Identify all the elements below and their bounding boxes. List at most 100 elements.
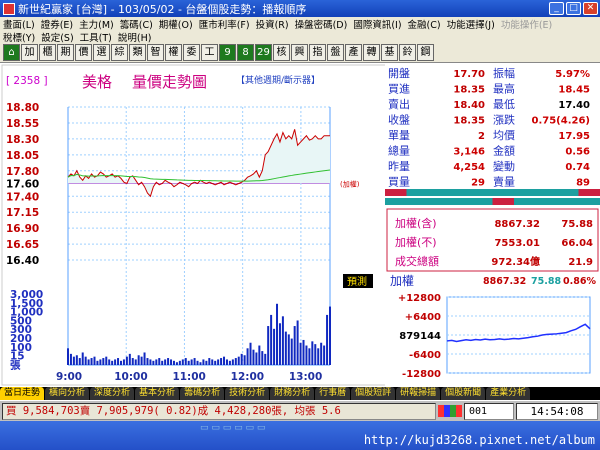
menu-item[interactable]: 設定(S) [38,30,76,44]
menu-item[interactable]: 主力(M) [76,17,117,31]
time-tick: 12:00 [231,371,264,383]
toolbar-button[interactable]: 綜 [111,44,128,61]
menu-item[interactable]: 畫面(L) [0,17,38,31]
menu-item[interactable]: 工具(T) [77,30,115,44]
toolbar-button[interactable]: 鈴 [399,44,416,61]
menu-item[interactable]: 功能選擇(J) [444,17,498,31]
time-tick: 11:00 [172,371,205,383]
price-tick: 16.40 [6,255,39,267]
tab-6[interactable]: 財務分析 [270,387,316,400]
tab-10[interactable]: 個股新聞 [441,387,487,400]
toolbar-button[interactable]: 產 [345,44,362,61]
menu-item[interactable]: 說明(H) [115,30,155,44]
maximize-button[interactable]: □ [566,2,581,15]
menu-row-2: 稅標(Y) 設定(S) 工具(T) 說明(H) [0,30,600,44]
toolbar-button[interactable]: 加 [21,44,38,61]
menu-item[interactable]: 匯市利率(F) [196,17,253,31]
toolbar-button[interactable]: 鋼 [417,44,434,61]
tab-3[interactable]: 基本分析 [135,387,181,400]
toolbar-button[interactable]: 價 [75,44,92,61]
tab-4[interactable]: 籌碼分析 [180,387,226,400]
volume-bar [149,359,152,365]
toolbar-button[interactable]: 指 [309,44,326,61]
other-cycle-link[interactable]: 【其他週期/斷示器】 [236,74,320,86]
volume-bar [84,356,87,365]
menu-item[interactable]: 投資(R) [253,17,292,31]
menu-item[interactable]: 金融(C) [405,17,444,31]
volume-bar [184,358,187,365]
toolbar-button[interactable]: 29 [255,44,272,61]
toolbar-button[interactable]: 轉 [363,44,380,61]
price-volume-chart: [ 2358 ] 美格 量價走勢圖 【其他週期/斷示器】 18.80 18.55 18.30… [1,64,389,386]
toolbar-button[interactable]: 核 [273,44,290,61]
volume-bar [170,359,173,365]
chart-title: 量價走勢圖 [132,73,207,91]
toolbar: ⌂ 加櫃期價選綜類智權委工 9 8 29 核興指盤產轉基鈴鋼 [0,43,600,63]
home-icon[interactable]: ⌂ [3,44,20,61]
volume-bar [305,345,308,365]
quote-label: 均價 [493,128,515,142]
quote-value: 89 [576,178,590,189]
volume-bar [78,358,81,365]
volume-bar [223,356,226,365]
index-value: 972.34億 [491,255,540,268]
toolbar-button[interactable]: 8 [237,44,254,61]
toolbar-button[interactable]: 期 [57,44,74,61]
volume-bar [117,358,120,365]
toolbar-button[interactable]: 類 [129,44,146,61]
page-number[interactable]: 001 [464,402,514,420]
volume-bar [128,353,131,365]
toolbar-button[interactable]: 智 [147,44,164,61]
toolbar-button[interactable]: 選 [93,44,110,61]
close-button[interactable]: ✕ [583,2,598,15]
toolbar-button[interactable]: 基 [381,44,398,61]
toolbar-button[interactable]: 權 [165,44,182,61]
volume-bar [302,339,305,365]
volume-tick: 張 [10,359,21,371]
quote-value: 0.56 [565,147,590,158]
tab-9[interactable]: 研報掃描 [396,387,442,400]
volume-bar [181,359,184,365]
toolbar-button[interactable]: 櫃 [39,44,56,61]
menu-item[interactable]: 操盤密碼(D) [292,17,351,31]
menu-item[interactable]: 國際資訊(I) [350,17,404,31]
quote-value: 18.45 [558,85,590,96]
tab-7[interactable]: 行事曆 [315,387,352,400]
toolbar-button[interactable]: 盤 [327,44,344,61]
index-value: 8867.32 [494,219,540,230]
quote-label: 賣出 [388,97,410,111]
quote-label: 開盤 [388,67,410,80]
tab-2[interactable]: 深度分析 [90,387,136,400]
quote-value: 2 [478,131,485,142]
quote-value: 17.70 [453,69,485,80]
volume-bar [155,359,158,365]
menu-item[interactable]: 期權(O) [156,17,196,31]
tab-11[interactable]: 產業分析 [486,387,532,400]
volume-bar [243,355,246,365]
menu-item[interactable]: 籌碼(C) [117,17,156,31]
volume-bar [164,359,167,365]
quote-label: 金額 [493,144,515,158]
quote-label: 單量 [388,129,410,142]
toolbar-button[interactable]: 委 [183,44,200,61]
volume-bar [208,358,211,365]
tab-1[interactable]: 橫向分析 [45,387,91,400]
minimize-button[interactable]: _ [549,2,564,15]
menu-bar: 畫面(L) 證券(E) 主力(M) 籌碼(C) 期權(O) 匯市利率(F) 投資(R) 操盤密… [0,17,600,44]
forecast-button[interactable]: 預測 [343,274,373,288]
menu-row-1: 畫面(L) 證券(E) 主力(M) 籌碼(C) 期權(O) 匯市利率(F) 投資(R) 操盤密… [0,17,600,31]
volume-bar [231,359,234,365]
volume-bar [276,303,279,365]
volume-bar [234,358,237,365]
menu-item[interactable]: 稅標(Y) [0,30,38,44]
tab-8[interactable]: 個股短評 [351,387,397,400]
menu-item[interactable]: 證券(E) [38,17,76,31]
analysis-tabs: 當日走勢 橫向分析 深度分析 基本分析 籌碼分析 技術分析 財務分析 行事曆 個股短評 研報掃描個… [0,387,600,400]
tab-0[interactable]: 當日走勢 [0,387,46,400]
price-tick: 17.60 [6,179,39,191]
toolbar-button[interactable]: 工 [201,44,218,61]
tab-5[interactable]: 技術分析 [225,387,271,400]
status-bar: 買 9,584,703賣 7,905,979( 0.82)成 4,428,280… [0,400,600,421]
toolbar-button[interactable]: 興 [291,44,308,61]
toolbar-button[interactable]: 9 [219,44,236,61]
